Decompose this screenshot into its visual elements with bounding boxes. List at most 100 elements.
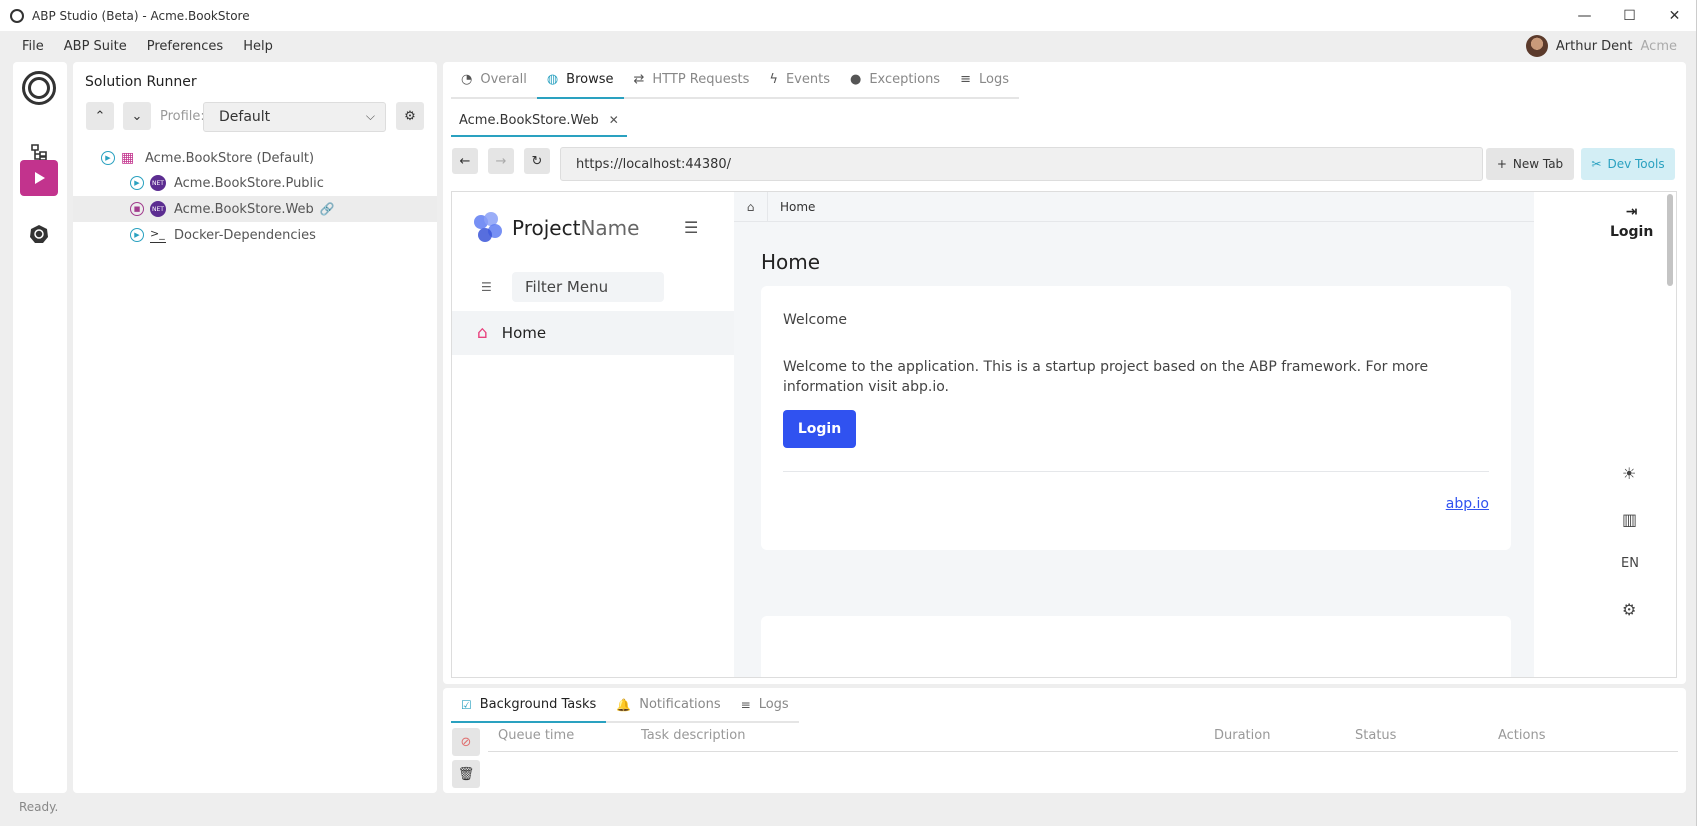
tab-background-tasks[interactable]: ☑ Background Tasks xyxy=(451,688,607,723)
col-queue-time: Queue time xyxy=(498,728,575,743)
tasks-table-header: Queue time Task description Duration Sta… xyxy=(488,728,1678,752)
minimize-button[interactable]: — xyxy=(1562,0,1607,31)
expand-all-button[interactable]: ⌄ xyxy=(123,102,151,130)
tree-item-solution[interactable]: ▶ ▦ Acme.BookStore (Default) xyxy=(73,145,437,171)
col-duration: Duration xyxy=(1214,728,1271,743)
menu-preferences[interactable]: Preferences xyxy=(137,39,233,54)
breadcrumb: ⌂ Home xyxy=(734,192,1534,222)
layout-icon[interactable]: ▥ xyxy=(1622,510,1637,529)
tab-logs[interactable]: ≡ Logs xyxy=(950,62,1019,99)
web-nav-home[interactable]: ⌂ Home xyxy=(452,311,734,355)
browser-tab-label: Acme.BookStore.Web xyxy=(459,112,599,128)
browser-tab[interactable]: Acme.BookStore.Web ✕ xyxy=(451,105,627,137)
embedded-browser: ProjectName ☰ ☰ Filter Menu ⌂ Home ⌂ Hom… xyxy=(451,191,1677,678)
list-icon: ≡ xyxy=(740,697,751,712)
abp-logo-icon xyxy=(22,71,56,105)
runner-settings-button[interactable]: ⚙ xyxy=(396,102,424,130)
web-login-button[interactable]: ⇥ Login xyxy=(1610,204,1653,240)
web-login-label: Login xyxy=(1610,224,1654,240)
tab-overall[interactable]: ◔ Overall xyxy=(451,62,537,99)
web-toolbar: ⇥ Login ☀ ▥ EN ⚙ xyxy=(1534,192,1662,677)
cancel-tasks-button[interactable]: ⊘ xyxy=(452,728,480,756)
tab-events[interactable]: ϟ Events xyxy=(759,62,840,99)
col-actions: Actions xyxy=(1498,728,1546,743)
back-button[interactable]: ← xyxy=(452,148,478,174)
dotnet-icon: NET xyxy=(150,201,166,217)
card-title: Welcome xyxy=(783,312,848,328)
language-selector[interactable]: EN xyxy=(1621,556,1639,571)
arrow-right-icon: → xyxy=(495,153,507,169)
gauge-icon: ◔ xyxy=(461,72,473,87)
theme-icon[interactable]: ☀ xyxy=(1622,464,1636,483)
breadcrumb-home-icon[interactable]: ⌂ xyxy=(734,192,768,222)
profile-select[interactable]: Default ⌵ xyxy=(203,102,386,132)
breadcrumb-home[interactable]: Home xyxy=(768,200,815,214)
url-input[interactable]: https://localhost:44380/ xyxy=(560,147,1483,181)
page-title: Home xyxy=(761,250,821,274)
login-button[interactable]: Login xyxy=(783,410,856,448)
window-controls: — ☐ ✕ xyxy=(1562,0,1697,31)
run-icon[interactable]: ▶ xyxy=(101,151,115,165)
reload-button[interactable]: ↻ xyxy=(524,148,550,174)
runner-title: Solution Runner xyxy=(85,74,197,90)
chevron-down-icon: ⌵ xyxy=(365,109,375,123)
run-icon[interactable]: ▶ xyxy=(130,228,144,242)
profile-value: Default xyxy=(219,109,271,125)
brand-logo-icon xyxy=(472,212,504,244)
window-title: ABP Studio (Beta) - Acme.BookStore xyxy=(32,8,250,23)
login-icon: ⇥ xyxy=(1625,204,1638,220)
play-icon[interactable] xyxy=(20,160,58,196)
menu-file[interactable]: File xyxy=(0,39,54,54)
tree-item-web[interactable]: ■ NET Acme.BookStore.Web 🔗 xyxy=(73,196,437,222)
menu-abp-suite[interactable]: ABP Suite xyxy=(54,39,137,54)
tab-label: Browse xyxy=(566,72,614,87)
main-panel: ◔ Overall ◍ Browse ⇄ HTTP Requests ϟ Events … xyxy=(443,62,1686,684)
forward-button[interactable]: → xyxy=(488,148,514,174)
tab-http-requests[interactable]: ⇄ HTTP Requests xyxy=(623,62,760,99)
tab-label: Notifications xyxy=(639,697,721,712)
tab-bottom-logs[interactable]: ≡ Logs xyxy=(730,688,799,723)
tree-item-public[interactable]: ▶ NET Acme.BookStore.Public xyxy=(73,170,437,196)
menu-help[interactable]: Help xyxy=(233,39,283,54)
web-brand[interactable]: ProjectName xyxy=(472,212,639,244)
stop-icon[interactable]: ■ xyxy=(130,202,144,216)
close-button[interactable]: ✕ xyxy=(1652,0,1697,31)
web-content: ⌂ Home Home Welcome Welcome to the appli… xyxy=(734,192,1534,677)
abp-link[interactable]: abp.io xyxy=(1446,496,1489,512)
tree-item-docker[interactable]: ▶ >_ Docker-Dependencies xyxy=(73,222,437,248)
card-divider xyxy=(783,471,1489,472)
solution-runner-panel: Solution Runner ⌃ ⌄ Profile: Default ⌵ ⚙… xyxy=(73,62,437,793)
app-icon xyxy=(10,8,24,23)
second-card xyxy=(761,616,1511,677)
dotnet-icon: NET xyxy=(150,175,166,191)
tab-browse[interactable]: ◍ Browse xyxy=(536,62,624,99)
tab-label: Background Tasks xyxy=(479,697,597,712)
web-scrollbar[interactable] xyxy=(1662,192,1676,677)
clear-tasks-button[interactable]: 🗑 xyxy=(452,760,480,788)
tab-notifications[interactable]: 🔔 Notifications xyxy=(606,688,731,723)
new-tab-button[interactable]: + New Tab xyxy=(1486,148,1574,180)
web-sidebar: ProjectName ☰ ☰ Filter Menu ⌂ Home xyxy=(452,192,734,677)
chevrons-down-icon: ⌄ xyxy=(131,108,143,124)
terminal-icon: >_ xyxy=(150,227,166,243)
collapse-all-button[interactable]: ⌃ xyxy=(86,102,114,130)
kubernetes-icon[interactable] xyxy=(20,216,58,252)
tab-label: Logs xyxy=(979,72,1009,87)
reload-icon: ↻ xyxy=(531,153,543,169)
menu-toggle-icon[interactable]: ☰ xyxy=(684,218,698,237)
user-menu[interactable]: Arthur Dent Acme xyxy=(1525,35,1677,57)
link-icon[interactable]: 🔗 xyxy=(320,202,335,216)
tab-label: HTTP Requests xyxy=(652,72,750,87)
dev-tools-button[interactable]: ✂ Dev Tools xyxy=(1581,148,1675,180)
maximize-button[interactable]: ☐ xyxy=(1607,0,1652,31)
col-task-description: Task description xyxy=(641,728,746,743)
close-tab-icon[interactable]: ✕ xyxy=(609,113,619,127)
new-tab-label: New Tab xyxy=(1512,157,1564,171)
tools-icon: ✂ xyxy=(1591,157,1602,171)
tab-exceptions[interactable]: ● Exceptions xyxy=(839,62,951,99)
tab-label: Exceptions xyxy=(869,72,941,87)
settings-gear-icon[interactable]: ⚙ xyxy=(1622,600,1636,619)
scroll-thumb[interactable] xyxy=(1667,194,1673,286)
run-icon[interactable]: ▶ xyxy=(130,176,144,190)
filter-menu-input[interactable]: Filter Menu xyxy=(512,272,664,302)
